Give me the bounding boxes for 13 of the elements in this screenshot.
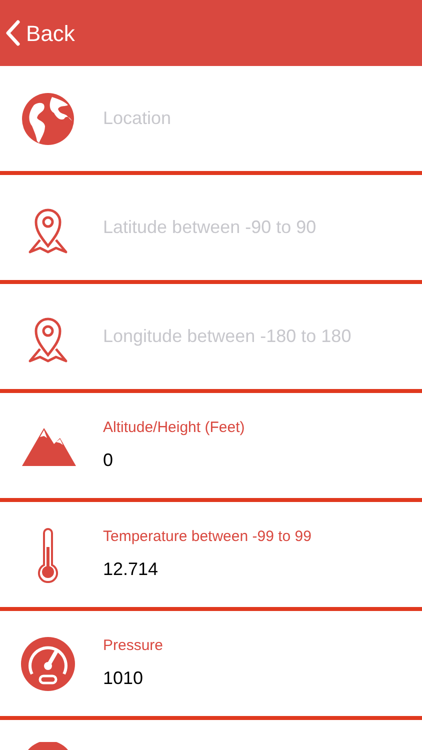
input-field[interactable]: Location	[103, 105, 406, 132]
chevron-icon	[6, 20, 20, 46]
back-button[interactable]: Back	[6, 16, 75, 50]
field-label: Pressure	[103, 636, 164, 656]
field-label: Altitude/Height (Feet)	[103, 418, 246, 438]
field-label: Temperature between -99 to 99	[103, 526, 312, 547]
input-field[interactable]: 12.714	[103, 556, 406, 584]
gauge-icon	[20, 636, 76, 692]
input-field[interactable]: Latitude between -90 to 90	[103, 214, 406, 241]
globe-icon	[20, 90, 76, 146]
input-field[interactable]: 0	[103, 447, 406, 474]
input-field[interactable]: Longitude between -180 to 180	[103, 323, 406, 350]
input-field[interactable]: 1010	[103, 665, 406, 692]
